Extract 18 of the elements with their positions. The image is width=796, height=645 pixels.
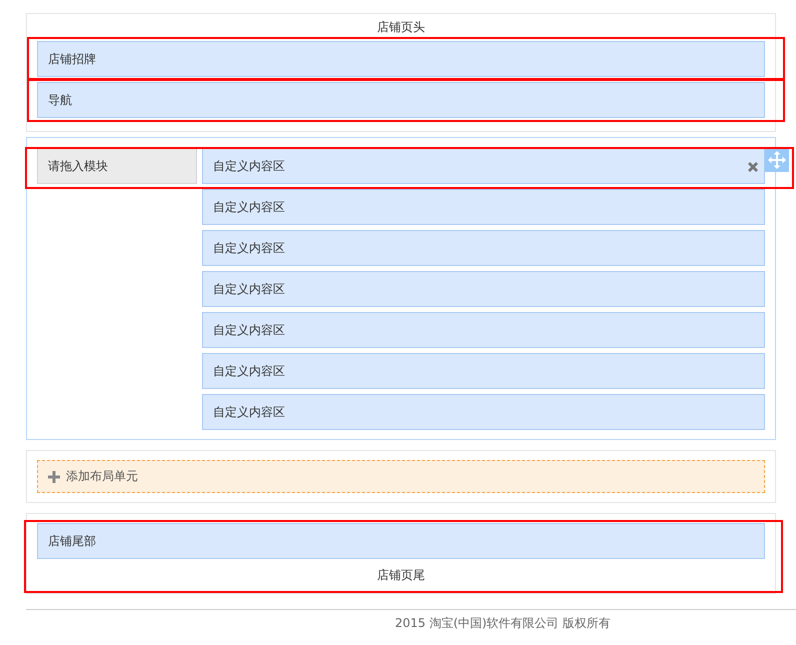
content-block[interactable]: 自定义内容区 bbox=[202, 189, 765, 225]
section-title: 店铺页尾 bbox=[376, 567, 426, 584]
drop-zone[interactable]: 请拖入模块 bbox=[37, 148, 197, 184]
move-icon[interactable] bbox=[765, 148, 789, 172]
content-block[interactable]: 自定义内容区 bbox=[202, 312, 765, 348]
copyright-text: 2015 淘宝(中国)软件有限公司 版权所有 bbox=[26, 609, 796, 633]
content-block[interactable]: 自定义内容区 bbox=[202, 148, 765, 184]
plus-icon bbox=[48, 470, 60, 482]
content-block[interactable]: 自定义内容区 bbox=[202, 230, 765, 266]
content-block[interactable]: 自定义内容区 bbox=[202, 353, 765, 389]
module-block[interactable]: 导航 bbox=[37, 82, 765, 118]
add-layout-button[interactable]: 添加布局单元 bbox=[37, 460, 765, 493]
content-block[interactable]: 自定义内容区 bbox=[202, 394, 765, 430]
close-icon[interactable] bbox=[747, 161, 759, 173]
module-block[interactable]: 店铺招牌 bbox=[37, 41, 765, 77]
section-title: 店铺页头 bbox=[376, 19, 426, 36]
module-block[interactable]: 店铺尾部 bbox=[37, 523, 765, 559]
content-block[interactable]: 自定义内容区 bbox=[202, 271, 765, 307]
